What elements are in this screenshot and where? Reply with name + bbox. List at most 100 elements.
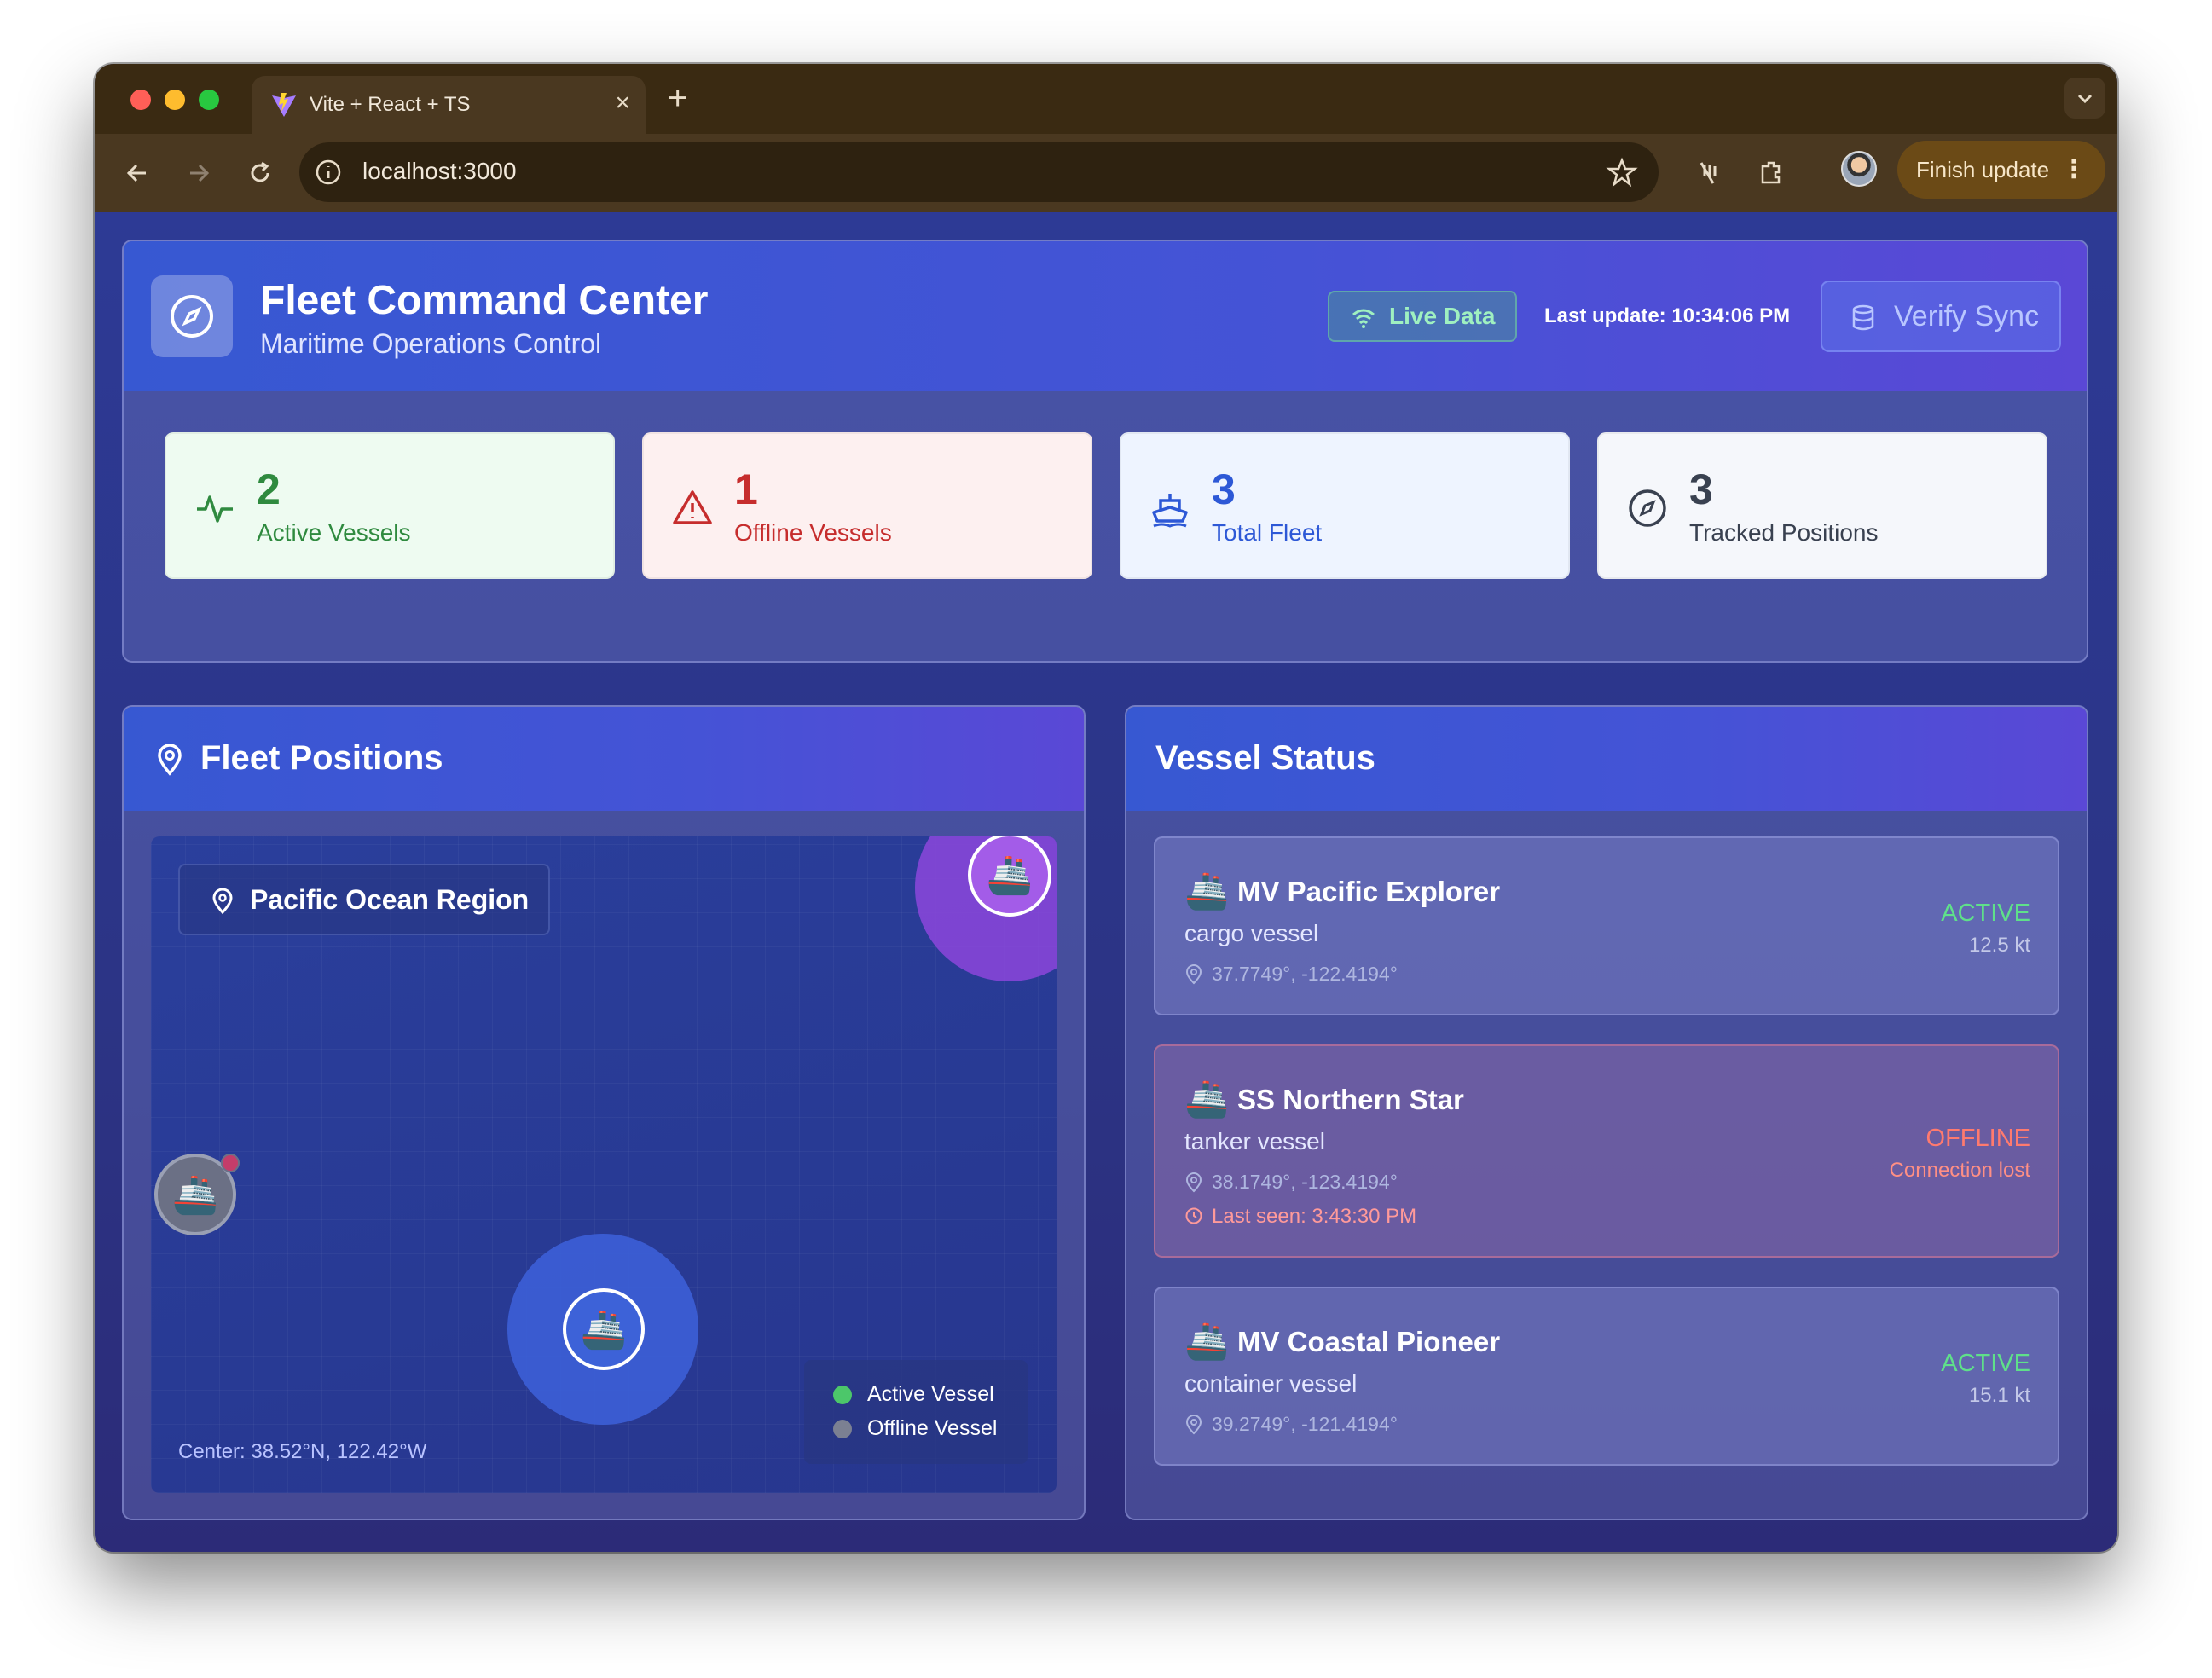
verify-sync-button[interactable]: Verify Sync <box>1821 281 2061 352</box>
app-logo <box>151 275 233 357</box>
database-icon <box>1852 304 1874 331</box>
legend-offline-label: Offline Vessel <box>867 1416 998 1440</box>
stat-offline-vessels: 1 Offline Vessels <box>642 432 1092 579</box>
ship-icon: 🚢 <box>1184 871 1230 911</box>
ship-icon: 🚢 <box>1184 1321 1230 1361</box>
reload-icon[interactable] <box>241 154 279 192</box>
map-pin-icon <box>1185 1415 1202 1435</box>
tab-close-icon[interactable]: × <box>615 88 630 119</box>
browser-toolbar: localhost:3000 Finish update ⋮ <box>95 134 2117 212</box>
stat-value: 1 <box>734 466 758 513</box>
maximize-window-button[interactable] <box>199 90 219 110</box>
fleet-positions-title: Fleet Positions <box>200 739 443 777</box>
vessel-name: MV Coastal Pioneer <box>1237 1326 1501 1357</box>
app-subtitle: Maritime Operations Control <box>260 328 602 359</box>
vessel-type: container vessel <box>1184 1370 1358 1397</box>
active-dot <box>833 1386 852 1404</box>
forward-arrow-icon[interactable] <box>180 154 217 192</box>
map-pin-icon <box>212 888 233 915</box>
vessel-type: tanker vessel <box>1184 1128 1325 1154</box>
ship-icon: 🚢 <box>580 1309 628 1351</box>
wifi-icon <box>1352 309 1375 328</box>
vessel-status-card: Vessel Status 🚢 MV Pacific Explorer carg… <box>1125 705 2088 1520</box>
address-bar[interactable]: localhost:3000 <box>299 142 1659 202</box>
tab-bar: Vite + React + TS × + <box>95 64 2117 134</box>
vessel-status-header: Vessel Status <box>1126 707 2087 811</box>
profile-avatar[interactable] <box>1841 151 1877 187</box>
new-tab-button[interactable]: + <box>668 79 687 117</box>
status-badge: ACTIVE <box>1941 900 2030 927</box>
stat-total-fleet: 3 Total Fleet <box>1120 432 1570 579</box>
close-window-button[interactable] <box>130 90 151 110</box>
offline-indicator-dot <box>221 1154 240 1172</box>
browser-tab[interactable]: Vite + React + TS × <box>252 76 646 134</box>
app-title: Fleet Command Center <box>260 278 709 323</box>
map-pin-icon <box>1185 964 1202 985</box>
map-center-coordinates: Center: 38.52°N, 122.42°W <box>178 1440 427 1463</box>
fleet-map[interactable]: Pacific Ocean Region 🚢 🚢 🚢 Active Vessel… <box>151 836 1057 1493</box>
map-pin-icon <box>158 744 182 776</box>
vessel-coordinates: 37.7749°, -122.4194° <box>1212 963 1398 985</box>
fleet-positions-header: Fleet Positions <box>124 707 1084 811</box>
stat-label: Total Fleet <box>1212 519 1323 546</box>
vessel-item[interactable]: 🚢 MV Coastal Pioneer container vessel 39… <box>1154 1287 2059 1466</box>
bookmark-star-icon[interactable] <box>1606 156 1638 188</box>
command-header: Fleet Command Center Maritime Operations… <box>124 241 2087 391</box>
tracking-protection-icon[interactable] <box>1689 154 1727 192</box>
map-legend: Active Vessel Offline Vessel <box>804 1360 1028 1464</box>
live-data-badge: Live Data <box>1328 291 1517 342</box>
tab-title: Vite + React + TS <box>310 93 471 116</box>
stat-label: Tracked Positions <box>1689 519 1879 546</box>
extensions-puzzle-icon[interactable] <box>1752 154 1790 192</box>
chevron-down-icon <box>2077 94 2093 104</box>
stat-value: 3 <box>1212 466 1236 513</box>
legend-active-label: Active Vessel <box>867 1382 994 1406</box>
compass-icon <box>171 295 213 338</box>
connection-status: Connection lost <box>1889 1159 2030 1182</box>
status-badge: ACTIVE <box>1941 1350 2030 1377</box>
minimize-window-button[interactable] <box>165 90 185 110</box>
command-header-card: Fleet Command Center Maritime Operations… <box>122 240 2088 663</box>
site-info-icon[interactable] <box>313 157 344 188</box>
finish-update-button[interactable]: Finish update ⋮ <box>1897 141 2105 199</box>
stat-label: Active Vessels <box>257 519 411 546</box>
stat-value: 2 <box>257 466 281 513</box>
map-pin-icon <box>1185 1172 1202 1193</box>
vessel-item[interactable]: 🚢 SS Northern Star tanker vessel 38.1749… <box>1154 1044 2059 1258</box>
region-name: Pacific Ocean Region <box>250 884 530 915</box>
vessel-coordinates: 39.2749°, -121.4194° <box>1212 1413 1398 1435</box>
ship-icon <box>1152 494 1188 528</box>
clock-icon <box>1185 1207 1202 1224</box>
activity-icon <box>197 495 233 523</box>
ship-icon: 🚢 <box>1184 1079 1230 1119</box>
region-label: Pacific Ocean Region <box>178 864 550 935</box>
url-text[interactable]: localhost:3000 <box>362 158 517 185</box>
status-badge: OFFLINE <box>1925 1125 2030 1152</box>
vessel-item[interactable]: 🚢 MV Pacific Explorer cargo vessel 37.77… <box>1154 836 2059 1015</box>
back-arrow-icon[interactable] <box>119 154 156 192</box>
ship-icon: 🚢 <box>171 1174 219 1216</box>
last-seen-text: Last seen: 3:43:30 PM <box>1212 1205 1417 1228</box>
vessel-speed: 12.5 kt <box>1968 934 2030 957</box>
finish-update-label: Finish update <box>1916 157 2050 182</box>
tab-search-button[interactable] <box>2064 78 2105 119</box>
vessel-coordinates: 38.1749°, -123.4194° <box>1212 1171 1398 1193</box>
browser-window: Vite + React + TS × + localhost:3000 Fin… <box>95 64 2117 1552</box>
vite-logo-icon <box>272 93 296 117</box>
vessel-status-title: Vessel Status <box>1155 739 1375 777</box>
live-data-label: Live Data <box>1389 303 1496 329</box>
stat-tracked-positions: 3 Tracked Positions <box>1597 432 2047 579</box>
compass-icon <box>1629 489 1666 527</box>
fleet-positions-card: Fleet Positions Pacific Ocean Region 🚢 🚢 <box>122 705 1086 1520</box>
ship-icon: 🚢 <box>986 854 1034 896</box>
vessel-marker-active[interactable]: 🚢 <box>563 1288 645 1370</box>
last-update-text: Last update: 10:34:06 PM <box>1544 304 1791 327</box>
vessel-name: SS Northern Star <box>1237 1084 1464 1115</box>
vessel-name: MV Pacific Explorer <box>1237 876 1501 907</box>
menu-dots-icon[interactable]: ⋮ <box>2061 141 2087 199</box>
stat-label: Offline Vessels <box>734 519 892 546</box>
vessel-type: cargo vessel <box>1184 920 1319 946</box>
verify-sync-label: Verify Sync <box>1894 300 2040 333</box>
stat-active-vessels: 2 Active Vessels <box>165 432 615 579</box>
vessel-marker-active[interactable]: 🚢 <box>968 836 1051 917</box>
